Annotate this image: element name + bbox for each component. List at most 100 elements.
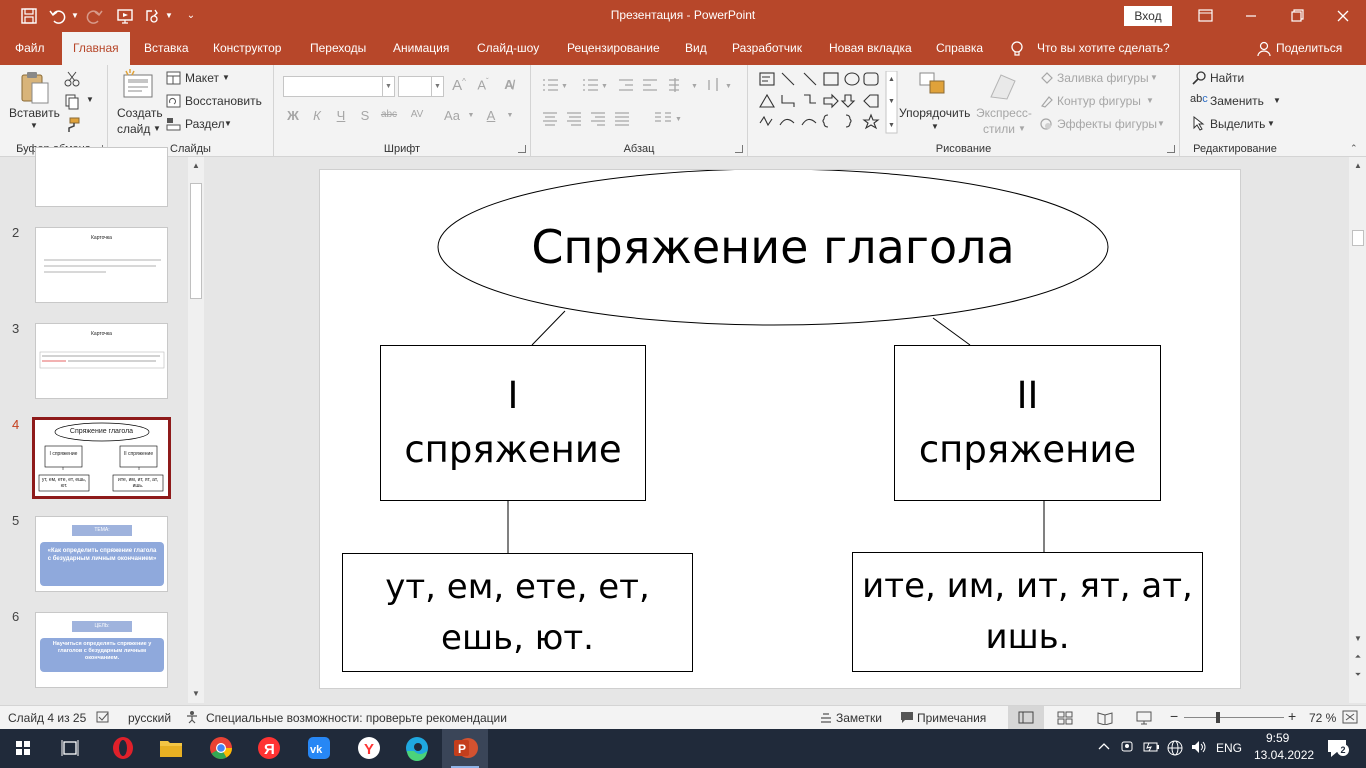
clear-formatting-icon[interactable]: A̸ (500, 77, 518, 92)
language-indicator[interactable]: русский (128, 711, 171, 725)
shape-effects-dropdown-icon[interactable]: ▼ (1157, 119, 1165, 128)
replace-icon[interactable]: abc (1190, 93, 1208, 105)
quick-styles-label-2[interactable]: стили (983, 122, 1015, 136)
font-color-icon[interactable]: A (481, 108, 501, 123)
thumbnail-slide-6[interactable]: ЦЕЛЬ: Научиться определять спряжение у г… (35, 612, 168, 688)
font-color-dropdown-icon[interactable]: ▼ (501, 112, 519, 119)
previous-slide-icon[interactable]: ⏶ (1352, 651, 1364, 663)
share-icon[interactable] (1257, 41, 1271, 59)
tab-insert[interactable]: Вставка (144, 32, 189, 65)
slide-title[interactable]: Спряжение глагола (438, 220, 1108, 274)
copy-icon[interactable] (64, 94, 80, 113)
underline-icon[interactable]: Ч (332, 108, 350, 123)
tab-view[interactable]: Вид (685, 32, 707, 65)
shape-outline-button[interactable]: Контур фигуры (1057, 94, 1141, 108)
tab-design[interactable]: Конструктор (213, 32, 281, 65)
tab-help[interactable]: Справка (936, 32, 983, 65)
paste-dropdown-icon[interactable]: ▼ (30, 121, 38, 130)
zoom-slider-thumb[interactable] (1216, 712, 1220, 723)
shape-outline-icon[interactable] (1039, 94, 1054, 111)
opera-icon[interactable] (100, 729, 146, 768)
replace-button[interactable]: Заменить (1210, 94, 1264, 108)
layout-icon[interactable] (166, 71, 181, 88)
new-slide-label-2[interactable]: слайд (117, 122, 150, 136)
font-name-dropdown-icon[interactable]: ▼ (382, 77, 394, 96)
change-case-icon[interactable]: Aa (440, 108, 464, 123)
thumbnail-slide-5[interactable]: ТЕМА: «Как определить спряжение глагола … (35, 516, 168, 592)
editor-scroll-thumb[interactable] (1352, 230, 1364, 246)
spelling-icon[interactable] (96, 710, 110, 727)
yandex-icon[interactable]: Y (346, 729, 392, 768)
increase-font-icon[interactable]: A^ (450, 77, 468, 94)
conjugation-1-endings-box[interactable]: ут, ем, ете, ет, ешь, ют. (342, 553, 693, 672)
tab-review[interactable]: Рецензирование (567, 32, 660, 65)
copy-dropdown-icon[interactable]: ▼ (86, 95, 94, 104)
replace-dropdown-icon[interactable]: ▼ (1273, 96, 1281, 105)
volume-icon[interactable] (1190, 739, 1208, 758)
select-icon[interactable] (1193, 115, 1205, 134)
paragraph-launcher-icon[interactable] (735, 145, 743, 153)
notes-button[interactable]: Заметки (836, 711, 882, 725)
format-painter-icon[interactable] (64, 117, 80, 136)
touch-dropdown-icon[interactable]: ▼ (160, 7, 178, 25)
ribbon-display-options-icon[interactable] (1182, 0, 1228, 32)
yandex-browser-icon[interactable]: Я (246, 729, 292, 768)
section-icon[interactable] (166, 117, 181, 134)
slide-sorter-icon[interactable] (1057, 711, 1073, 728)
shadow-icon[interactable]: S (356, 108, 374, 123)
strikethrough-icon[interactable]: abc (380, 109, 398, 120)
signin-button[interactable]: Вход (1124, 6, 1172, 26)
notes-icon[interactable] (819, 710, 833, 727)
conjugation-2-endings-box[interactable]: ите, им, ит, ят, ат, ишь. (852, 552, 1203, 672)
shape-effects-icon[interactable] (1039, 117, 1054, 134)
tab-file[interactable]: Файл (15, 32, 45, 65)
thumbnails-scrollbar[interactable]: ▲ ▼ (188, 157, 204, 703)
slide-counter[interactable]: Слайд 4 из 25 (8, 711, 86, 725)
paste-button[interactable]: Вставить (9, 106, 60, 120)
scroll-down-icon[interactable]: ▼ (190, 688, 202, 700)
webcam-icon[interactable] (1120, 739, 1134, 758)
find-icon[interactable] (1192, 71, 1207, 88)
scroll-thumb[interactable] (190, 183, 202, 299)
accessibility-status[interactable]: Специальные возможности: проверьте реком… (206, 711, 507, 725)
vk-icon[interactable]: vk (296, 729, 342, 768)
tab-developer[interactable]: Разработчик (732, 32, 802, 65)
font-launcher-icon[interactable] (518, 145, 526, 153)
reading-view-icon[interactable] (1097, 711, 1113, 728)
minimize-icon[interactable] (1228, 0, 1274, 32)
font-size-dropdown-icon[interactable]: ▼ (431, 77, 443, 96)
select-dropdown-icon[interactable]: ▼ (1267, 119, 1275, 128)
change-case-dropdown-icon[interactable]: ▼ (462, 112, 480, 119)
arrange-button[interactable]: Упорядочить (899, 106, 970, 120)
collapse-ribbon-icon[interactable]: ⌃ (1350, 143, 1358, 154)
comments-icon[interactable] (900, 710, 914, 727)
arrange-dropdown-icon[interactable]: ▼ (931, 122, 939, 131)
italic-icon[interactable]: К (308, 108, 326, 123)
font-size-combobox[interactable]: ▼ (398, 76, 444, 97)
tab-transitions[interactable]: Переходы (310, 32, 366, 65)
shapes-gallery[interactable]: ▲ ▼ ▼ (758, 71, 898, 137)
touch-mode-icon[interactable] (143, 7, 161, 25)
new-slide-dropdown-icon[interactable]: ▼ (153, 124, 161, 133)
clock-date[interactable]: 13.04.2022 (1254, 748, 1314, 762)
tab-animations[interactable]: Анимация (393, 32, 449, 65)
share-button[interactable]: Поделиться (1276, 32, 1342, 65)
shape-effects-button[interactable]: Эффекты фигуры (1057, 117, 1157, 131)
slideshow-view-icon[interactable] (1136, 711, 1152, 728)
reset-icon[interactable] (166, 94, 181, 111)
section-button[interactable]: Раздел (185, 117, 225, 131)
new-slide-icon[interactable] (122, 69, 154, 106)
conjugation-1-box[interactable]: I спряжение (380, 345, 646, 501)
section-dropdown-icon[interactable]: ▼ (224, 119, 232, 128)
fit-slide-icon[interactable] (1342, 710, 1358, 727)
new-slide-label-1[interactable]: Создать (117, 106, 163, 120)
scroll-up-icon[interactable]: ▲ (190, 160, 202, 172)
shape-outline-dropdown-icon[interactable]: ▼ (1146, 96, 1154, 105)
tell-me-search[interactable]: Что вы хотите сделать? (1037, 32, 1170, 65)
zoom-out-icon[interactable]: − (1170, 708, 1178, 724)
tab-slideshow[interactable]: Слайд-шоу (477, 32, 539, 65)
quick-styles-icon[interactable] (987, 71, 1019, 104)
quick-styles-dropdown-icon[interactable]: ▼ (1018, 124, 1026, 133)
shape-fill-button[interactable]: Заливка фигуры (1057, 71, 1149, 85)
undo-icon[interactable] (48, 7, 66, 25)
